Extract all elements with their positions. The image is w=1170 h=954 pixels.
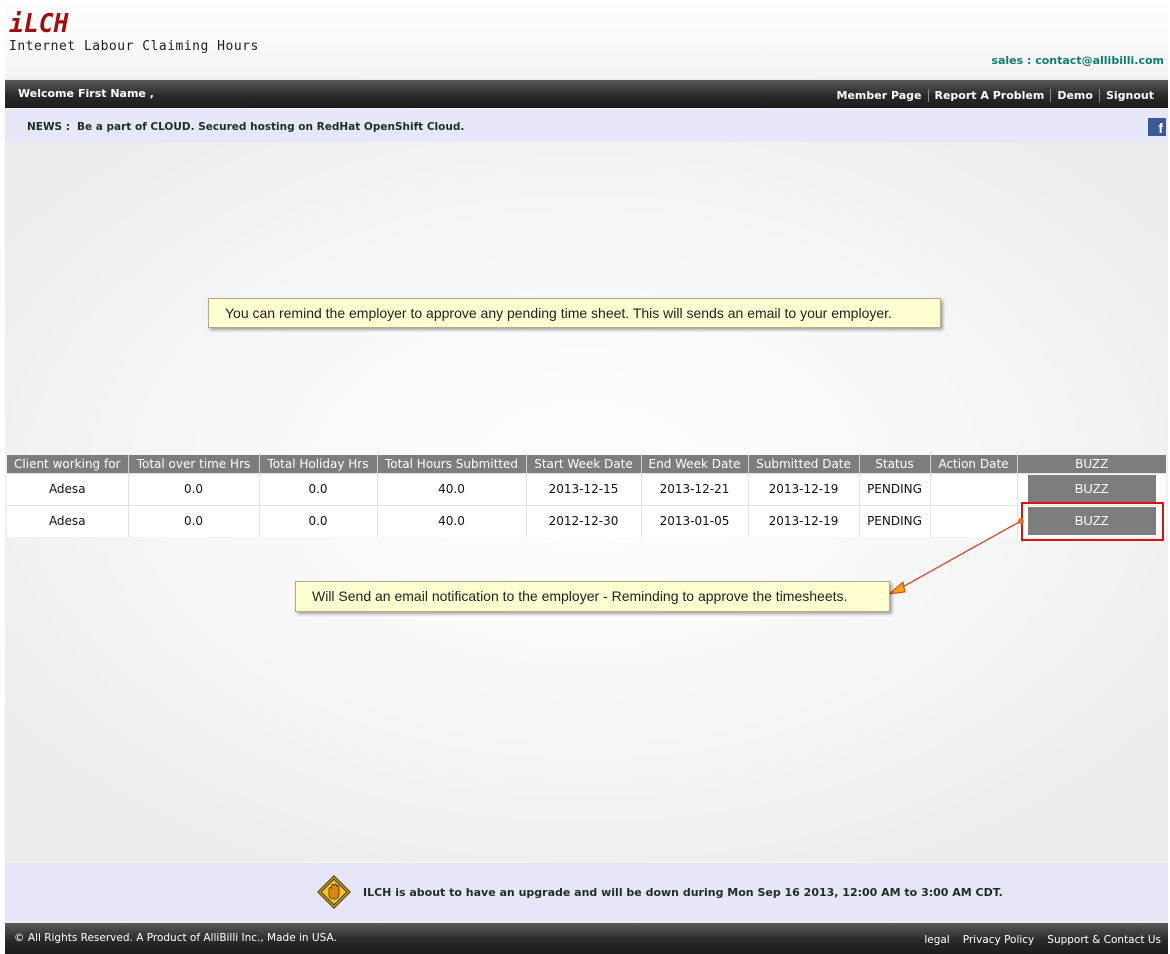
col-action-date: Action Date <box>929 455 1017 473</box>
col-overtime: Total over time Hrs <box>127 455 259 473</box>
cell-status: PENDING <box>858 472 930 505</box>
upgrade-notice: ILCH is about to have an upgrade and wil… <box>5 863 1168 921</box>
cell-start: 2012-12-30 <box>525 504 641 537</box>
footer-links: legal Privacy Policy Support & Contact U… <box>924 934 1161 946</box>
table-header-row: Client working for Total over time Hrs T… <box>7 455 1166 473</box>
welcome-label: Welcome <box>18 87 74 100</box>
cell-overtime: 0.0 <box>127 504 259 537</box>
footer: © All Rights Reserved. A Product of Alli… <box>5 923 1168 954</box>
tooltip-email-notification: Will Send an email notification to the e… <box>295 581 890 612</box>
col-status: Status <box>858 455 930 473</box>
buzz-button[interactable]: BUZZ <box>1027 475 1156 503</box>
logo[interactable]: iLCH <box>9 10 68 38</box>
stop-hand-icon <box>317 875 351 909</box>
cell-end: 2013-01-05 <box>640 504 748 537</box>
cell-overtime: 0.0 <box>127 472 259 505</box>
nav-links: Member Page Report A Problem Demo Signou… <box>831 89 1160 102</box>
cell-total: 40.0 <box>376 472 526 505</box>
cell-submitted: 2013-12-19 <box>747 504 859 537</box>
footer-support-link[interactable]: Support & Contact Us <box>1047 934 1161 946</box>
top-nav-bar: Welcome First Name , Member Page Report A… <box>5 80 1168 108</box>
cell-holiday: 0.0 <box>258 504 377 537</box>
cell-client: Adesa <box>7 504 128 537</box>
header: iLCH Internet Labour Claiming Hours sale… <box>5 0 1168 78</box>
nav-report-problem[interactable]: Report A Problem <box>927 89 1051 102</box>
user-name: First Name , <box>77 87 154 100</box>
nav-signout[interactable]: Signout <box>1098 89 1160 102</box>
cell-buzz: BUZZ <box>1016 472 1166 505</box>
news-label: NEWS : <box>27 121 70 133</box>
notice-text: ILCH is about to have an upgrade and wil… <box>363 886 1003 899</box>
col-submitted-date: Submitted Date <box>747 455 859 473</box>
col-total-hours: Total Hours Submitted <box>376 455 526 473</box>
table-row: Adesa 0.0 0.0 40.0 2013-12-15 2013-12-21… <box>7 472 1166 505</box>
news-bar: NEWS : Be a part of CLOUD. Secured hosti… <box>5 110 1168 142</box>
col-client: Client working for <box>7 455 128 473</box>
cell-start: 2013-12-15 <box>525 472 641 505</box>
col-start-week: Start Week Date <box>525 455 641 473</box>
table-row: Adesa 0.0 0.0 40.0 2012-12-30 2013-01-05… <box>7 504 1166 537</box>
welcome-message: Welcome First Name , <box>18 87 158 100</box>
col-holiday: Total Holiday Hrs <box>258 455 377 473</box>
nav-member-page[interactable]: Member Page <box>831 89 928 102</box>
col-buzz: BUZZ <box>1016 455 1166 473</box>
tagline: Internet Labour Claiming Hours <box>9 39 259 54</box>
arrow-head <box>887 581 906 595</box>
copyright: © All Rights Reserved. A Product of Alli… <box>14 932 337 944</box>
timesheet-table: Client working for Total over time Hrs T… <box>7 455 1166 537</box>
buzz-button[interactable]: BUZZ <box>1027 507 1156 536</box>
cell-buzz: BUZZ <box>1016 504 1166 537</box>
cell-status: PENDING <box>858 504 930 537</box>
page: iLCH Internet Labour Claiming Hours sale… <box>5 0 1168 954</box>
col-end-week: End Week Date <box>640 455 748 473</box>
cell-action-date <box>929 472 1017 505</box>
sales-contact[interactable]: sales : contact@allibilli.com <box>991 54 1164 67</box>
cell-submitted: 2013-12-19 <box>747 472 859 505</box>
footer-privacy-link[interactable]: Privacy Policy <box>963 934 1035 946</box>
cell-end: 2013-12-21 <box>640 472 748 505</box>
footer-legal-link[interactable]: legal <box>924 934 949 946</box>
cell-total: 40.0 <box>376 504 526 537</box>
facebook-icon[interactable]: f <box>1148 118 1166 136</box>
cell-holiday: 0.0 <box>258 472 377 505</box>
nav-demo[interactable]: Demo <box>1050 89 1099 102</box>
cell-client: Adesa <box>7 472 128 505</box>
tooltip-remind-employer: You can remind the employer to approve a… <box>208 298 941 328</box>
cell-action-date <box>929 504 1017 537</box>
news-text: Be a part of CLOUD. Secured hosting on R… <box>77 121 465 133</box>
